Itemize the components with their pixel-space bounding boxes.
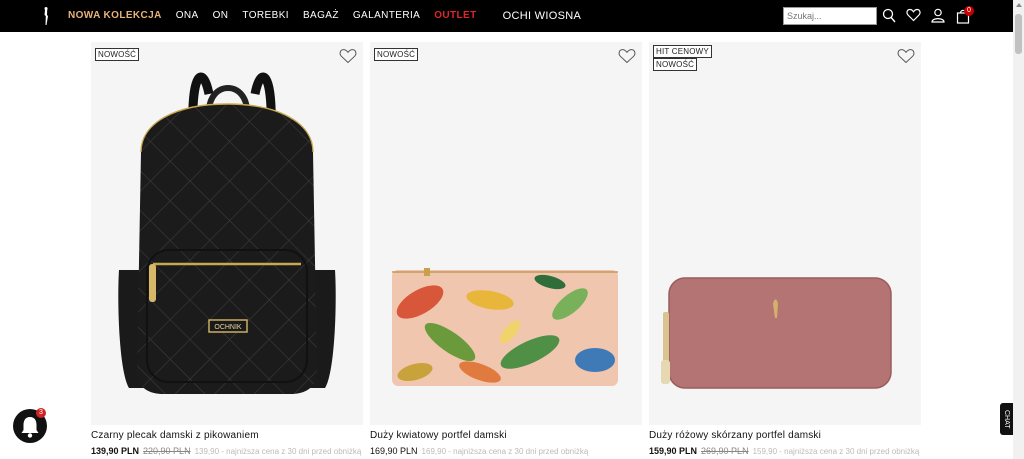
product-prices: 169,90 PLN 169,90 - najniższa cena z 30 … [370,446,642,456]
nav-item-outlet[interactable]: OUTLET [434,10,476,22]
product-card[interactable]: HIT CENOWY NOWOŚĆ Duży różowy skórzany p… [649,42,921,456]
old-price: 220,90 PLN [143,446,191,456]
logo-icon[interactable] [40,6,52,26]
new-badge: NOWOŚĆ [653,58,698,71]
svg-text:OCHNIK: OCHNIK [214,324,242,331]
nav-item-on[interactable]: ON [213,10,229,22]
search-icon[interactable] [882,8,896,24]
lowest-price-note: 169,90 - najniższa cena z 30 dni przed o… [421,447,589,456]
nav-item-nowa-kolekcja[interactable]: NOWA KOLEKCJA [68,10,162,22]
product-card[interactable]: NOWOŚĆ Duży kwiatowy portfel damski 169,… [370,42,642,456]
scrollbar-thumb[interactable] [1015,14,1022,54]
nav-item-bagaz[interactable]: BAGAŻ [303,10,339,22]
lowest-price-note: 139,90 - najniższa cena z 30 dni przed o… [194,447,362,456]
add-to-wishlist-heart-icon[interactable] [897,48,915,64]
product-card[interactable]: NOWOŚĆ OCHNIK Czarny plecak damski z pik… [91,42,363,456]
product-image[interactable]: NOWOŚĆ OCHNIK [91,42,363,425]
pink-leather-wallet-illustration [661,277,892,389]
search-input[interactable] [783,7,877,25]
nav-item-ochi-wiosna[interactable]: OCHI WIOSNA [503,10,581,22]
current-price: 159,90 PLN [649,446,698,456]
product-prices: 159,90 PLN 269,90 PLN 159,90 - najniższa… [649,446,921,456]
nav-item-torebki[interactable]: TOREBKI [242,10,289,22]
product-title[interactable]: Duży kwiatowy portfel damski [370,430,642,441]
current-price: 139,90 PLN [91,446,140,456]
user-icon[interactable] [931,8,945,23]
hit-price-badge: HIT CENOWY [653,45,712,58]
product-image[interactable]: HIT CENOWY NOWOŚĆ [649,42,921,425]
wishlist-heart-icon[interactable] [906,8,921,22]
old-price: 269,90 PLN [701,446,749,456]
black-quilted-backpack-illustration: OCHNIK [118,72,336,394]
nav-item-ona[interactable]: ONA [176,10,199,22]
top-navigation-bar: NOWA KOLEKCJA ONA ON TOREBKI BAGAŻ GALAN… [0,0,1013,32]
scroll-up-arrow-icon[interactable] [1016,3,1022,7]
chat-tab[interactable]: CHAT [1000,403,1013,435]
new-badge: NOWOŚĆ [95,48,140,61]
product-image[interactable]: NOWOŚĆ [370,42,642,425]
lowest-price-note: 159,90 - najniższa cena z 30 dni przed o… [752,447,920,456]
page-scrollbar[interactable] [1013,0,1024,459]
floral-wallet-illustration [392,268,618,386]
product-title[interactable]: Czarny plecak damski z pikowaniem [91,430,363,441]
product-prices: 139,90 PLN 220,90 PLN 139,90 - najniższa… [91,446,363,456]
cart-count-badge: 0 [964,6,974,16]
main-menu: NOWA KOLEKCJA ONA ON TOREBKI BAGAŻ GALAN… [68,10,581,22]
nav-item-galanteria[interactable]: GALANTERIA [353,10,420,22]
notification-count-badge: 3 [36,408,46,418]
add-to-wishlist-heart-icon[interactable] [339,48,357,64]
new-badge: NOWOŚĆ [374,48,419,61]
current-price: 169,90 PLN [370,446,418,456]
product-title[interactable]: Duży różowy skórzany portfel damski [649,430,921,441]
add-to-wishlist-heart-icon[interactable] [618,48,636,64]
